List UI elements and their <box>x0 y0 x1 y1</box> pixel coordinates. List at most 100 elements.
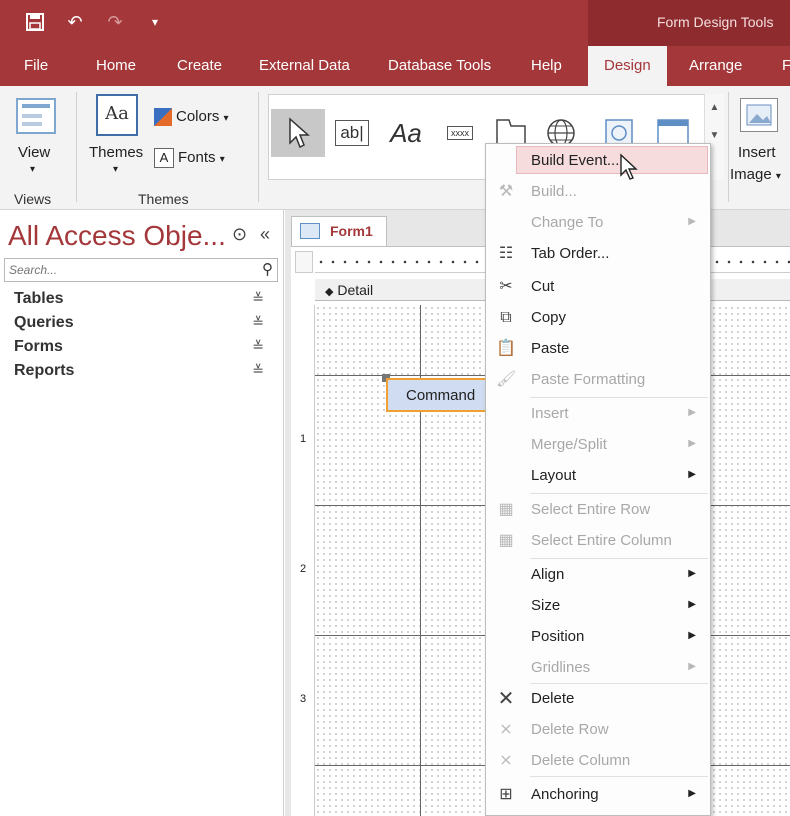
menu-item-label: Insert <box>531 405 569 422</box>
chevron-down-icon[interactable]: ≚ <box>252 290 264 307</box>
delete-row-icon: ⨯ <box>499 721 513 738</box>
menu-separator <box>530 493 708 494</box>
menu-item-delete-column: ⨯ Delete Column <box>486 747 710 775</box>
submenu-arrow-icon: ▶ <box>688 216 696 227</box>
themes-icon[interactable]: Aa <box>96 94 138 136</box>
delete-icon: ✕ <box>497 688 515 710</box>
submenu-arrow-icon: ▶ <box>688 788 696 799</box>
menu-item-insert: Insert ▶ <box>486 400 710 428</box>
search-icon[interactable]: ⚲ <box>262 260 273 278</box>
menu-item-build-event[interactable]: Build Event... <box>516 146 708 174</box>
chevron-down-icon[interactable]: ≚ <box>252 314 264 331</box>
nav-group-queries[interactable]: Queries ≚ <box>14 314 274 338</box>
menu-item-paste-formatting: 🖌 Paste Formatting <box>486 366 710 394</box>
menu-item-size[interactable]: Size ▶ <box>486 592 710 620</box>
menu-item-align[interactable]: Align ▶ <box>486 561 710 589</box>
insert-image-label-2: Image <box>730 166 772 183</box>
menu-item-tab-order[interactable]: ☷ Tab Order... <box>486 240 710 268</box>
submenu-arrow-icon: ▶ <box>688 630 696 641</box>
command-button-control[interactable]: Command <box>386 378 498 412</box>
cut-icon: ✂ <box>499 278 513 295</box>
view-button[interactable]: View <box>18 144 50 161</box>
customize-qat-icon[interactable]: ▾ <box>142 10 168 34</box>
menu-item-label: Cut <box>531 278 555 295</box>
select-pointer-icon[interactable] <box>271 109 325 157</box>
view-dropdown-icon[interactable]: ▾ <box>30 164 35 175</box>
section-bar-icon: ◆ <box>325 286 334 298</box>
fonts-icon: A <box>154 148 174 168</box>
views-group-label: Views <box>14 191 52 207</box>
themes-button[interactable]: Themes <box>89 144 143 161</box>
label-glyph: Aa <box>390 117 422 148</box>
chevron-down-icon[interactable]: ≚ <box>252 362 264 379</box>
menu-item-merge-split: Merge/Split ▶ <box>486 431 710 459</box>
document-tab-label: Form1 <box>330 223 373 239</box>
button-control-icon[interactable]: xxxx <box>439 109 481 157</box>
menu-item-select-entire-row: ▦ Select Entire Row <box>486 496 710 524</box>
mouse-cursor-icon <box>620 153 638 180</box>
menu-item-copy[interactable]: ⧉ Copy <box>486 304 710 332</box>
gallery-scroll-up-icon[interactable]: ▲ <box>705 94 724 122</box>
menu-item-label: Delete Row <box>531 721 609 738</box>
menu-separator <box>530 558 708 559</box>
insert-image-label-1[interactable]: Insert <box>738 144 776 161</box>
label-control-icon[interactable]: Aa <box>383 109 429 157</box>
chevron-down-icon[interactable]: ≚ <box>252 338 264 355</box>
form-selector[interactable] <box>295 251 313 273</box>
shutter-bar-collapse-icon[interactable]: « <box>260 224 270 245</box>
menu-item-position[interactable]: Position ▶ <box>486 623 710 651</box>
tab-database-tools[interactable]: Database Tools <box>388 46 491 86</box>
undo-icon[interactable]: ↶ <box>62 10 88 34</box>
nav-pane-title[interactable]: All Access Obje... <box>8 220 226 252</box>
menu-item-delete[interactable]: ✕ Delete <box>486 685 710 713</box>
submenu-arrow-icon: ▶ <box>688 599 696 610</box>
menu-separator <box>530 397 708 398</box>
ribbon-separator <box>76 92 77 202</box>
tab-design[interactable]: Design <box>588 46 667 86</box>
menu-item-paste[interactable]: 📋 Paste <box>486 335 710 363</box>
tab-home[interactable]: Home <box>96 46 136 86</box>
nav-group-label: Forms <box>14 338 63 355</box>
fonts-button[interactable]: A Fonts ▾ <box>154 148 225 168</box>
themes-dropdown-icon[interactable]: ▾ <box>113 164 118 175</box>
nav-group-label: Reports <box>14 362 75 379</box>
nav-group-reports[interactable]: Reports ≚ <box>14 362 274 386</box>
colors-button[interactable]: Colors ▾ <box>154 108 229 127</box>
contextual-title: Form Design Tools <box>657 14 774 30</box>
tab-file[interactable]: File <box>24 46 48 86</box>
menu-item-cut[interactable]: ✂ Cut <box>486 273 710 301</box>
form1-document-tab[interactable]: Form1 <box>291 216 387 246</box>
quick-access-toolbar: ↶ ↷ ▾ <box>22 10 168 34</box>
insert-image-button[interactable]: Image ▾ <box>730 166 781 183</box>
nav-group-label: Tables <box>14 290 64 307</box>
title-bar: ↶ ↷ ▾ Form Design Tools <box>0 0 790 46</box>
menu-separator <box>530 683 708 684</box>
textbox-control-icon[interactable]: ab| <box>331 109 373 157</box>
menu-item-anchoring[interactable]: ⊞ Anchoring ▶ <box>486 781 710 809</box>
nav-group-tables[interactable]: Tables ≚ <box>14 290 274 314</box>
nav-group-forms[interactable]: Forms ≚ <box>14 338 274 362</box>
tab-external-data[interactable]: External Data <box>259 46 350 86</box>
colors-label: Colors <box>176 108 220 125</box>
menu-item-label: Select Entire Row <box>531 501 651 518</box>
tab-format[interactable]: F <box>782 46 790 86</box>
menu-item-label: Paste <box>531 340 570 357</box>
menu-item-label: Paste Formatting <box>531 371 646 388</box>
submenu-arrow-icon: ▶ <box>688 661 696 672</box>
tab-help[interactable]: Help <box>531 46 562 86</box>
save-icon[interactable] <box>22 10 48 34</box>
menu-item-layout[interactable]: Layout ▶ <box>486 462 710 490</box>
ruler-mark-2: 2 <box>300 563 307 575</box>
tab-order-icon: ☷ <box>498 245 514 262</box>
nav-search-input[interactable] <box>5 259 249 281</box>
vertical-ruler[interactable]: 1 2 3 <box>297 305 315 816</box>
menu-item-label: Layout <box>531 467 577 484</box>
menu-separator <box>530 776 708 777</box>
nav-search-box[interactable]: ⚲ <box>4 258 278 282</box>
view-icon[interactable] <box>16 98 56 134</box>
nav-menu-icon[interactable]: ⊙ <box>232 224 247 245</box>
menu-item-gridlines: Gridlines ▶ <box>486 654 710 682</box>
tab-create[interactable]: Create <box>177 46 222 86</box>
insert-image-icon[interactable] <box>740 98 778 132</box>
tab-arrange[interactable]: Arrange <box>689 46 742 86</box>
